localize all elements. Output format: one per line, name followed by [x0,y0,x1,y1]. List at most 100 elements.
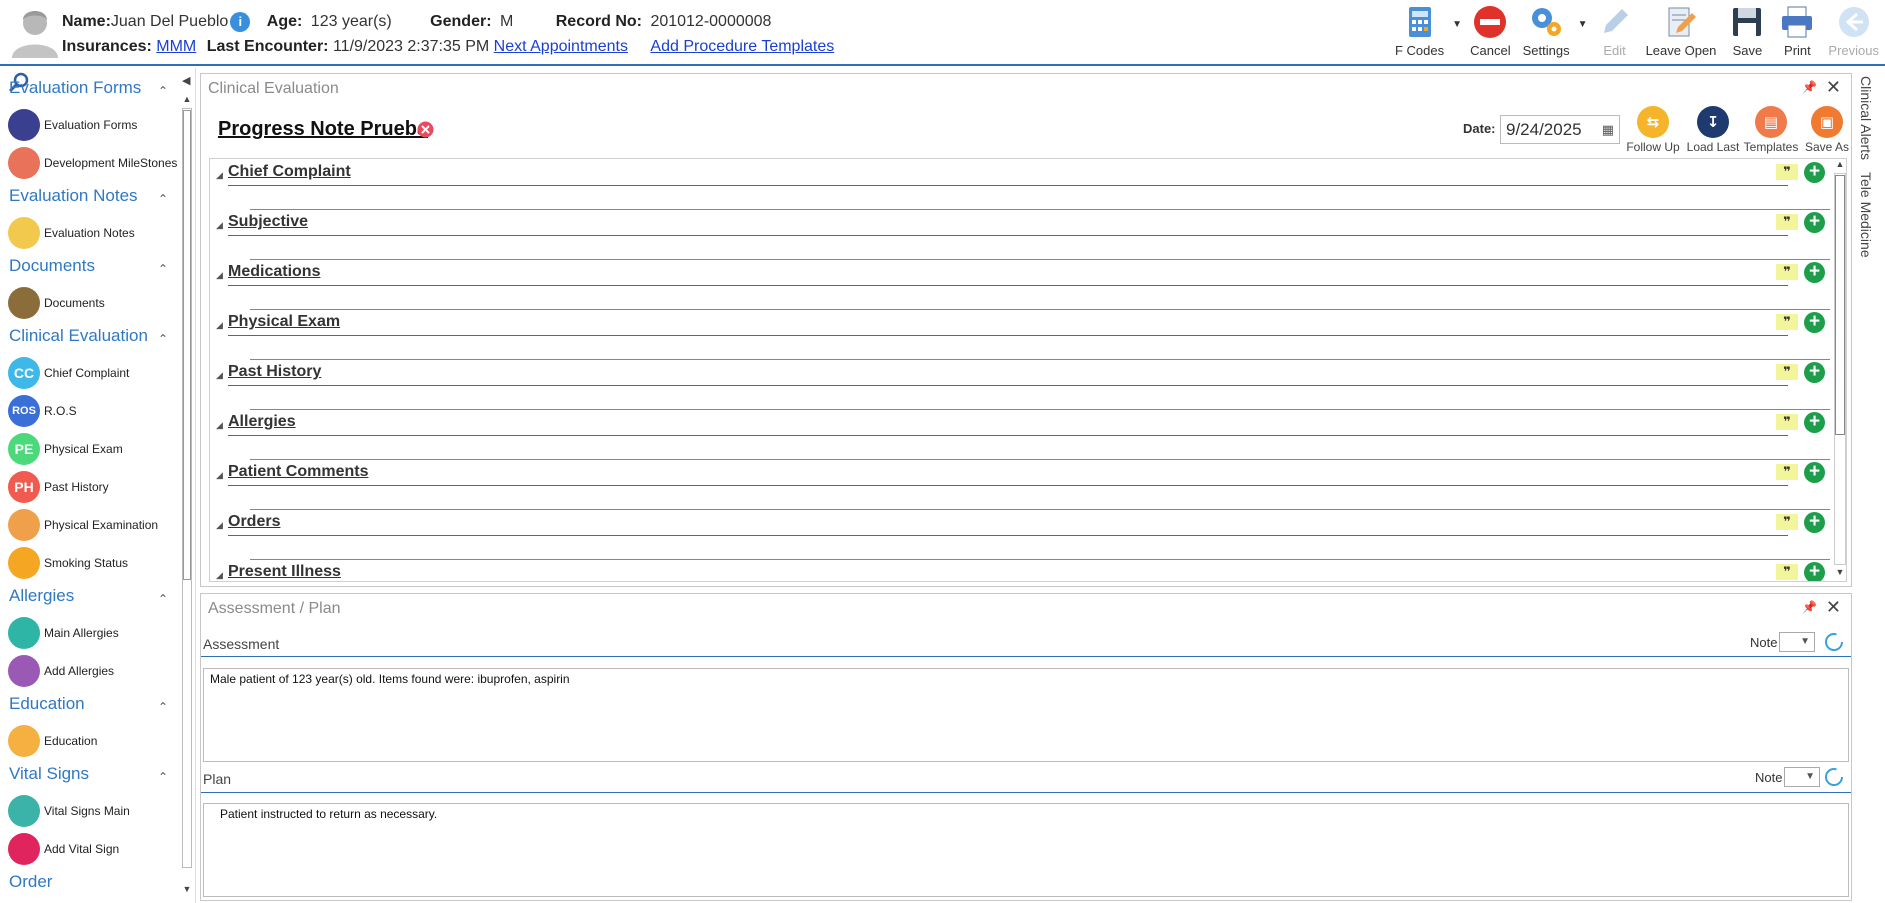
expand-section-icon[interactable]: ◢ [216,370,223,381]
pin-icon[interactable]: 📌 [1802,600,1817,614]
quote-icon[interactable]: ❞ [1776,564,1798,580]
section-content-line[interactable] [250,309,1830,310]
quote-icon[interactable]: ❞ [1776,414,1798,430]
close-icon[interactable]: ✕ [1826,597,1841,618]
sidebar-item[interactable]: Education [8,724,97,758]
leave-open-button[interactable]: Leave Open [1640,2,1723,62]
section-content-line[interactable] [250,209,1830,210]
section-title[interactable]: Subjective [228,213,308,231]
add-section-entry-icon[interactable]: + [1804,312,1825,333]
section-content-line[interactable] [250,509,1830,510]
sidebar-group-title[interactable]: Clinical Evaluation [9,326,148,346]
section-title[interactable]: Allergies [228,413,296,431]
sidebar-group-title[interactable]: Education [9,694,85,714]
f-codes-dropdown-icon[interactable]: ▼ [1450,2,1464,64]
section-content-line[interactable] [250,559,1830,560]
collapse-group-icon[interactable]: ⌃ [158,84,168,98]
add-section-entry-icon[interactable]: + [1804,262,1825,283]
section-title[interactable]: Patient Comments [228,463,368,481]
plan-note-dropdown[interactable]: ▼ [1784,767,1820,787]
quote-icon[interactable]: ❞ [1776,214,1798,230]
expand-section-icon[interactable]: ◢ [216,470,223,481]
scroll-thumb[interactable] [1835,175,1845,435]
sidebar-item[interactable]: Vital Signs Main [8,794,130,828]
date-field[interactable]: 9/24/2025 ▦ [1500,115,1620,144]
collapse-sidebar-icon[interactable]: ◀ [182,74,190,87]
section-title[interactable]: Present Illness [228,563,341,581]
quote-icon[interactable]: ❞ [1776,264,1798,280]
sidebar-item[interactable]: CC Chief Complaint [8,356,129,390]
add-section-entry-icon[interactable]: + [1804,462,1825,483]
load-last-button[interactable]: ↧ Load Last [1683,106,1743,154]
assessment-text[interactable]: Male patient of 123 year(s) old. Items f… [203,668,1849,762]
add-section-entry-icon[interactable]: + [1804,562,1825,581]
sidebar-item[interactable]: Physical Examination [8,508,158,542]
collapse-group-icon[interactable]: ⌃ [158,700,168,714]
section-title[interactable]: Orders [228,513,280,531]
next-appointments-link[interactable]: Next Appointments [494,38,628,55]
expand-section-icon[interactable]: ◢ [216,520,223,531]
close-icon[interactable]: ✕ [1826,77,1841,98]
expand-section-icon[interactable]: ◢ [216,170,223,181]
expand-section-icon[interactable]: ◢ [216,320,223,331]
section-content-line[interactable] [250,459,1830,460]
refresh-icon[interactable] [1823,766,1845,788]
sidebar-item[interactable]: Evaluation Forms [8,108,137,142]
sidebar-item[interactable]: Main Allergies [8,616,119,650]
cancel-button[interactable]: Cancel [1464,2,1516,62]
pin-icon[interactable]: 📌 [1802,80,1817,94]
section-content-line[interactable] [250,359,1830,360]
calendar-icon[interactable]: ▦ [1602,122,1614,138]
scroll-down-icon[interactable]: ▼ [180,884,194,894]
sidebar-scrollbar[interactable]: ▲ ▼ [180,94,194,899]
section-title[interactable]: Chief Complaint [228,163,351,181]
quote-icon[interactable]: ❞ [1776,164,1798,180]
quote-icon[interactable]: ❞ [1776,514,1798,530]
add-section-entry-icon[interactable]: + [1804,212,1825,233]
sidebar-item[interactable]: PH Past History [8,470,109,504]
save-as-button[interactable]: ▣ Save As [1797,106,1857,154]
sidebar-group-title[interactable]: Evaluation Forms [9,78,141,98]
quote-icon[interactable]: ❞ [1776,464,1798,480]
sidebar-group-title[interactable]: Vital Signs [9,764,89,784]
collapse-group-icon[interactable]: ⌃ [158,192,168,206]
note-title[interactable]: Progress Note Prueba [218,118,428,141]
expand-section-icon[interactable]: ◢ [216,270,223,281]
follow-up-button[interactable]: ⇆ Follow Up [1623,106,1683,154]
settings-dropdown-icon[interactable]: ▼ [1576,2,1590,64]
remove-note-icon[interactable] [417,121,434,138]
section-title[interactable]: Physical Exam [228,313,340,331]
collapse-group-icon[interactable]: ⌃ [158,770,168,784]
sidebar-group-title[interactable]: Documents [9,256,95,276]
sidebar-item[interactable]: Add Allergies [8,654,114,688]
section-title[interactable]: Medications [228,263,320,281]
info-icon[interactable]: i [230,12,251,32]
sidebar-item[interactable]: Documents [8,286,105,320]
sidebar-item[interactable]: Add Vital Sign [8,832,119,866]
collapse-group-icon[interactable]: ⌃ [158,262,168,276]
add-procedure-templates-link[interactable]: Add Procedure Templates [650,38,834,55]
section-content-line[interactable] [250,409,1830,410]
insurance-link[interactable]: MMM [156,38,196,55]
previous-button[interactable]: Previous [1822,2,1885,62]
collapse-group-icon[interactable]: ⌃ [158,332,168,346]
sidebar-item[interactable]: Evaluation Notes [8,216,135,250]
sidebar-item[interactable]: PE Physical Exam [8,432,123,466]
templates-button[interactable]: ▤ Templates [1741,106,1801,154]
add-section-entry-icon[interactable]: + [1804,512,1825,533]
sidebar-group-title[interactable]: Order [9,872,52,892]
collapse-group-icon[interactable]: ⌃ [158,592,168,606]
scroll-up-icon[interactable]: ▲ [1833,159,1846,169]
scroll-down-icon[interactable]: ▼ [1833,567,1846,577]
section-content-line[interactable] [250,259,1830,260]
sections-scrollbar[interactable]: ▲ ▼ [1833,159,1846,581]
refresh-icon[interactable] [1823,631,1845,653]
save-button[interactable]: Save [1722,2,1772,62]
assessment-note-dropdown[interactable]: ▼ [1779,632,1815,652]
sidebar-item[interactable]: Smoking Status [8,546,128,580]
scroll-thumb[interactable] [183,110,191,580]
edit-button[interactable]: Edit [1590,2,1640,62]
expand-section-icon[interactable]: ◢ [216,570,223,581]
add-section-entry-icon[interactable]: + [1804,162,1825,183]
sidebar-group-title[interactable]: Evaluation Notes [9,186,138,206]
